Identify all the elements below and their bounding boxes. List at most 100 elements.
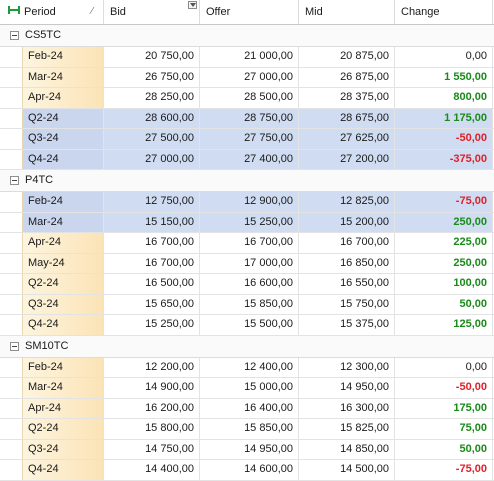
period-cell[interactable]: Q4-24 xyxy=(22,315,104,335)
offer-cell[interactable]: 27 000,00 xyxy=(200,67,299,87)
change-cell[interactable]: 1 175,00 xyxy=(395,108,493,128)
period-cell[interactable]: Feb-24 xyxy=(22,192,104,212)
mid-cell[interactable]: 20 875,00 xyxy=(299,47,395,67)
bid-cell[interactable]: 27 000,00 xyxy=(104,149,200,169)
change-cell[interactable]: 50,00 xyxy=(395,294,493,314)
offer-cell[interactable]: 17 000,00 xyxy=(200,253,299,273)
mid-cell[interactable]: 15 375,00 xyxy=(299,315,395,335)
offer-cell[interactable]: 16 700,00 xyxy=(200,233,299,253)
table-row[interactable]: Apr-24 16 700,00 16 700,00 16 700,00 225,00 xyxy=(0,233,494,254)
period-cell[interactable]: Apr-24 xyxy=(22,398,104,418)
bid-cell[interactable]: 12 200,00 xyxy=(104,357,200,377)
mid-cell[interactable]: 28 375,00 xyxy=(299,88,395,108)
bid-cell[interactable]: 14 750,00 xyxy=(104,439,200,459)
group-row[interactable]: CS5TC xyxy=(0,25,494,47)
table-row[interactable]: Feb-24 12 200,00 12 400,00 12 300,00 0,00 xyxy=(0,357,494,378)
table-row[interactable]: Mar-24 14 900,00 15 000,00 14 950,00 -50,00 xyxy=(0,378,494,399)
offer-cell[interactable]: 15 250,00 xyxy=(200,212,299,232)
offer-cell[interactable]: 27 750,00 xyxy=(200,129,299,149)
period-cell[interactable]: Apr-24 xyxy=(22,233,104,253)
table-row[interactable]: Q2-24 28 600,00 28 750,00 28 675,00 1 175,00 xyxy=(0,108,494,129)
period-cell[interactable]: Mar-24 xyxy=(22,378,104,398)
bid-cell[interactable]: 15 650,00 xyxy=(104,294,200,314)
period-cell[interactable]: May-24 xyxy=(22,253,104,273)
table-row[interactable]: Apr-24 28 250,00 28 500,00 28 375,00 800,00 xyxy=(0,88,494,109)
column-header-change[interactable]: Change xyxy=(395,0,493,24)
column-header-offer[interactable]: Offer xyxy=(200,0,299,24)
bid-cell[interactable]: 16 700,00 xyxy=(104,253,200,273)
change-cell[interactable]: -75,00 xyxy=(395,192,493,212)
change-cell[interactable]: 250,00 xyxy=(395,212,493,232)
change-cell[interactable]: 75,00 xyxy=(395,419,493,439)
mid-cell[interactable]: 12 825,00 xyxy=(299,192,395,212)
period-cell[interactable]: Q2-24 xyxy=(22,108,104,128)
change-cell[interactable]: -375,00 xyxy=(395,149,493,169)
mid-cell[interactable]: 14 500,00 xyxy=(299,460,395,480)
bid-cell[interactable]: 14 400,00 xyxy=(104,460,200,480)
mid-cell[interactable]: 15 200,00 xyxy=(299,212,395,232)
table-row[interactable]: Q4-24 14 400,00 14 600,00 14 500,00 -75,00 xyxy=(0,460,494,481)
mid-cell[interactable]: 16 550,00 xyxy=(299,274,395,294)
bid-cell[interactable]: 16 700,00 xyxy=(104,233,200,253)
mid-cell[interactable]: 15 750,00 xyxy=(299,294,395,314)
change-cell[interactable]: 225,00 xyxy=(395,233,493,253)
table-row[interactable]: Q3-24 14 750,00 14 950,00 14 850,00 50,00 xyxy=(0,439,494,460)
change-cell[interactable]: 125,00 xyxy=(395,315,493,335)
group-row[interactable]: SM10TC xyxy=(0,335,494,358)
table-row[interactable]: Q3-24 15 650,00 15 850,00 15 750,00 50,00 xyxy=(0,294,494,315)
mid-cell[interactable]: 27 200,00 xyxy=(299,149,395,169)
change-cell[interactable]: -50,00 xyxy=(395,129,493,149)
period-cell[interactable]: Q3-24 xyxy=(22,439,104,459)
offer-cell[interactable]: 21 000,00 xyxy=(200,47,299,67)
table-row[interactable]: Apr-24 16 200,00 16 400,00 16 300,00 175,00 xyxy=(0,398,494,419)
offer-cell[interactable]: 16 400,00 xyxy=(200,398,299,418)
change-cell[interactable]: 0,00 xyxy=(395,47,493,67)
table-row[interactable]: Feb-24 20 750,00 21 000,00 20 875,00 0,00 xyxy=(0,47,494,68)
mid-cell[interactable]: 14 950,00 xyxy=(299,378,395,398)
change-cell[interactable]: 800,00 xyxy=(395,88,493,108)
offer-cell[interactable]: 15 000,00 xyxy=(200,378,299,398)
offer-cell[interactable]: 27 400,00 xyxy=(200,149,299,169)
period-cell[interactable]: Mar-24 xyxy=(22,212,104,232)
bid-cell[interactable]: 14 900,00 xyxy=(104,378,200,398)
offer-cell[interactable]: 14 950,00 xyxy=(200,439,299,459)
period-cell[interactable]: Q2-24 xyxy=(22,274,104,294)
bid-cell[interactable]: 15 800,00 xyxy=(104,419,200,439)
period-cell[interactable]: Feb-24 xyxy=(22,47,104,67)
collapse-toggle-icon[interactable] xyxy=(10,176,19,185)
mid-cell[interactable]: 26 875,00 xyxy=(299,67,395,87)
bid-cell[interactable]: 28 250,00 xyxy=(104,88,200,108)
bid-cell[interactable]: 26 750,00 xyxy=(104,67,200,87)
change-cell[interactable]: 0,00 xyxy=(395,357,493,377)
table-row[interactable]: Q4-24 27 000,00 27 400,00 27 200,00 -375,00 xyxy=(0,149,494,170)
offer-cell[interactable]: 12 400,00 xyxy=(200,357,299,377)
period-cell[interactable]: Apr-24 xyxy=(22,88,104,108)
bid-cell[interactable]: 15 250,00 xyxy=(104,315,200,335)
change-cell[interactable]: 50,00 xyxy=(395,439,493,459)
table-row[interactable]: Mar-24 26 750,00 27 000,00 26 875,00 1 550,0… xyxy=(0,67,494,88)
offer-cell[interactable]: 28 750,00 xyxy=(200,108,299,128)
mid-cell[interactable]: 27 625,00 xyxy=(299,129,395,149)
mid-cell[interactable]: 14 850,00 xyxy=(299,439,395,459)
bid-cell[interactable]: 28 600,00 xyxy=(104,108,200,128)
mid-cell[interactable]: 16 700,00 xyxy=(299,233,395,253)
change-cell[interactable]: 250,00 xyxy=(395,253,493,273)
change-cell[interactable]: 100,00 xyxy=(395,274,493,294)
table-row[interactable]: Q2-24 15 800,00 15 850,00 15 825,00 75,00 xyxy=(0,419,494,440)
bid-cell[interactable]: 20 750,00 xyxy=(104,47,200,67)
collapse-toggle-icon[interactable] xyxy=(10,341,19,351)
collapse-toggle-icon[interactable] xyxy=(10,31,19,40)
table-row[interactable]: Q3-24 27 500,00 27 750,00 27 625,00 -50,00 xyxy=(0,129,494,150)
change-cell[interactable]: 175,00 xyxy=(395,398,493,418)
change-cell[interactable]: -50,00 xyxy=(395,378,493,398)
column-header-period[interactable]: Period ⁄ xyxy=(0,0,104,24)
table-row[interactable]: Q4-24 15 250,00 15 500,00 15 375,00 125,00 xyxy=(0,315,494,336)
bid-cell[interactable]: 12 750,00 xyxy=(104,192,200,212)
period-cell[interactable]: Mar-24 xyxy=(22,67,104,87)
period-cell[interactable]: Q3-24 xyxy=(22,294,104,314)
offer-cell[interactable]: 15 500,00 xyxy=(200,315,299,335)
period-cell[interactable]: Feb-24 xyxy=(22,357,104,377)
group-row[interactable]: P4TC xyxy=(0,170,494,192)
period-cell[interactable]: Q4-24 xyxy=(22,460,104,480)
bid-cell[interactable]: 27 500,00 xyxy=(104,129,200,149)
